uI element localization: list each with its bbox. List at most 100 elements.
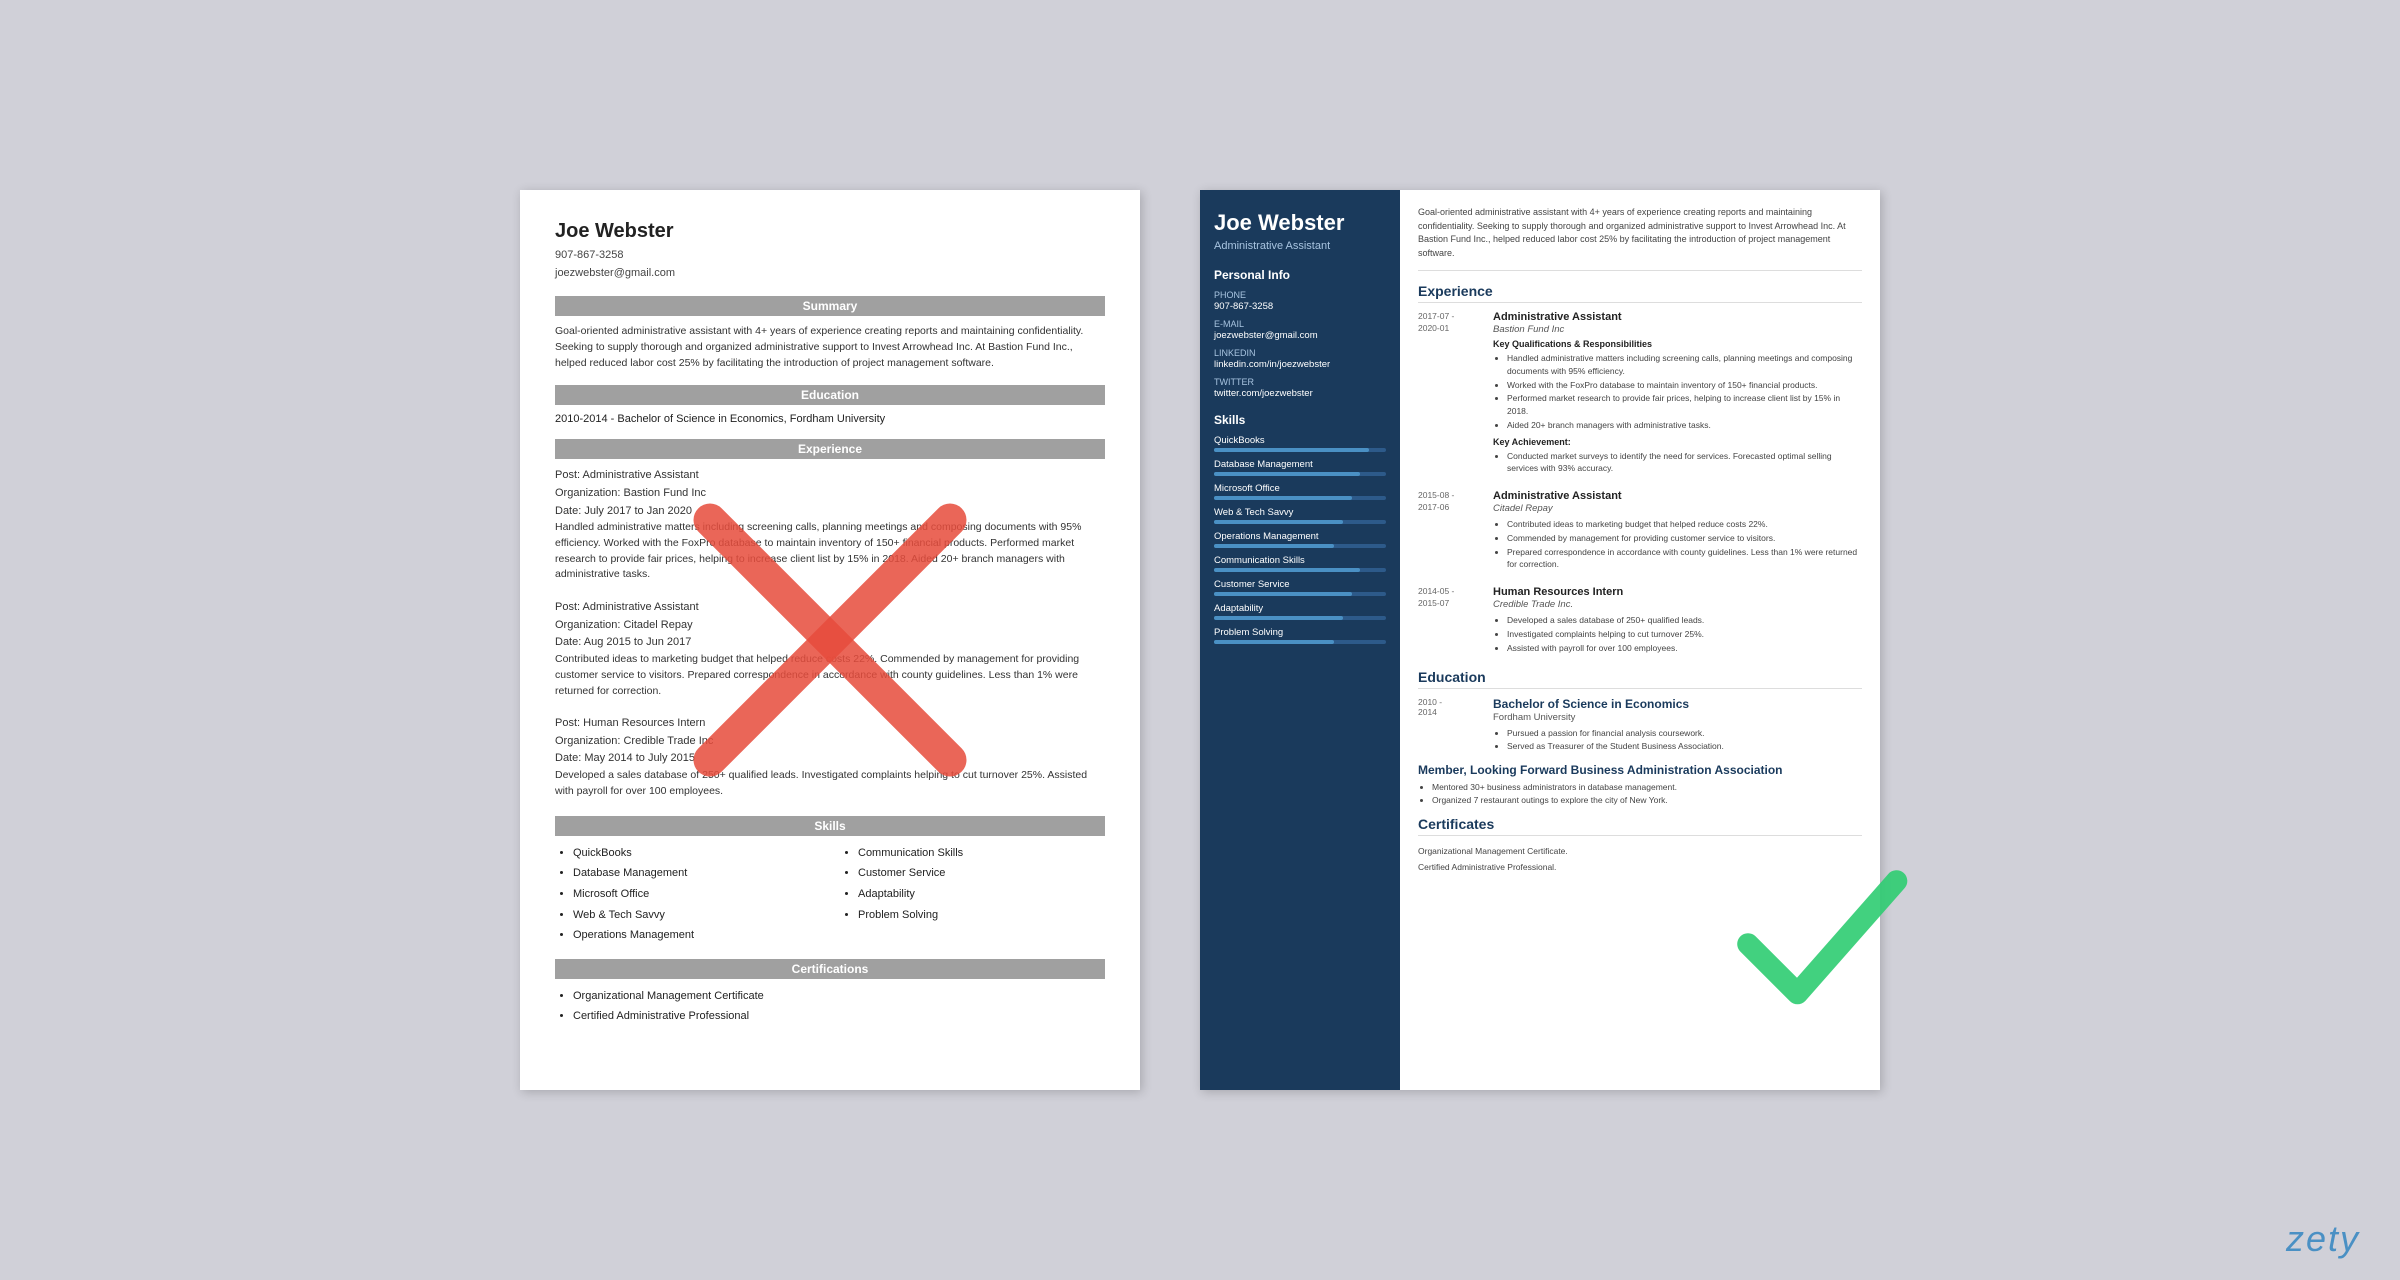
skill-adaptability: Adaptability [1214,603,1386,620]
skill-problem-solving: Problem Solving [1214,627,1386,644]
good-summary: Goal-oriented administrative assistant w… [1418,206,1862,271]
bad-name: Joe Webster [555,220,1105,243]
good-edu1-degree: Bachelor of Science in Economics [1493,697,1862,711]
good-twitter-label: Twitter [1214,377,1386,387]
bad-skill-1: QuickBooks [573,844,820,863]
bad-phone: 907-867-3258 [555,247,1105,265]
bad-skill-9: Problem Solving [858,906,1105,925]
good-personal-info-title: Personal Info [1214,268,1386,282]
good-skills-title: Skills [1214,413,1386,427]
bad-summary-header: Summary [555,296,1105,316]
bad-skill-6: Communication Skills [858,844,1105,863]
good-exp1-dates: 2017-07 - 2020-01 [1418,311,1483,476]
good-exp2-company: Citadel Repay [1493,503,1862,514]
good-certs-title: Certificates [1418,816,1862,836]
bad-exp-2: Post: Administrative Assistant Organizat… [555,599,1105,699]
good-exp1-bullets: Handled administrative matters including… [1493,352,1862,432]
good-exp1-content: Administrative Assistant Bastion Fund In… [1493,311,1862,476]
bad-exp-3: Post: Human Resources Intern Organizatio… [555,715,1105,799]
good-member-bullets: Mentored 30+ business administrators in … [1418,781,1862,807]
good-resume: Joe Webster Administrative Assistant Per… [1200,190,1880,1090]
good-edu1-dates: 2010 - 2014 [1418,697,1483,753]
skill-quickbooks: QuickBooks [1214,435,1386,452]
bad-summary-text: Goal-oriented administrative assistant w… [555,324,1105,371]
good-exp1-achievement-title: Key Achievement: [1493,437,1862,447]
good-exp-1: 2017-07 - 2020-01 Administrative Assista… [1418,311,1862,476]
bad-skill-2: Database Management [573,864,820,883]
good-exp3-bullets: Developed a sales database of 250+ quali… [1493,614,1862,654]
good-exp3-job: Human Resources Intern [1493,586,1862,598]
good-sidebar: Joe Webster Administrative Assistant Per… [1200,190,1400,1090]
good-name: Joe Webster [1214,210,1386,236]
good-exp1-achievement-bullets: Conducted market surveys to identify the… [1493,450,1862,476]
bad-cert-1: Organizational Management Certificate [573,987,1105,1007]
good-exp3-content: Human Resources Intern Credible Trade In… [1493,586,1862,655]
good-exp-2: 2015-08 - 2017-06 Administrative Assista… [1418,490,1862,572]
bad-education-text: 2010-2014 - Bachelor of Science in Econo… [555,413,1105,425]
good-exp2-job: Administrative Assistant [1493,490,1862,502]
bad-cert-2: Certified Administrative Professional [573,1007,1105,1027]
good-phone-value: 907-867-3258 [1214,301,1386,312]
good-exp1-company: Bastion Fund Inc [1493,324,1862,335]
good-phone-label: Phone [1214,290,1386,300]
bad-education-header: Education [555,385,1105,405]
good-linkedin-label: LinkedIn [1214,348,1386,358]
good-exp2-content: Administrative Assistant Citadel Repay C… [1493,490,1862,572]
zety-logo: zety [2286,1218,2360,1260]
good-cert-2: Certified Administrative Professional. [1418,860,1862,875]
good-twitter-value: twitter.com/joezwebster [1214,388,1386,399]
bad-exp1-date: Date: July 2017 to Jan 2020 [555,503,1105,521]
skill-operations: Operations Management [1214,531,1386,548]
good-job-title: Administrative Assistant [1214,240,1386,252]
bad-email: joezwebster@gmail.com [555,265,1105,283]
bad-exp2-post: Post: Administrative Assistant [555,599,1105,617]
bad-exp-1: Post: Administrative Assistant Organizat… [555,467,1105,583]
bad-exp3-date: Date: May 2014 to July 2015 [555,750,1105,768]
bad-exp1-desc: Handled administrative matters including… [555,520,1105,583]
good-education-title: Education [1418,669,1862,689]
skill-msoffice: Microsoft Office [1214,483,1386,500]
good-edu1-content: Bachelor of Science in Economics Fordham… [1493,697,1862,753]
skill-customer-service: Customer Service [1214,579,1386,596]
bad-skill-5: Operations Management [573,926,820,945]
skill-web-tech: Web & Tech Savvy [1214,507,1386,524]
bad-certs-list: Organizational Management Certificate Ce… [555,987,1105,1027]
good-edu-1: 2010 - 2014 Bachelor of Science in Econo… [1418,697,1862,753]
good-exp2-bullets: Contributed ideas to marketing budget th… [1493,518,1862,571]
good-edu1-bullets: Pursued a passion for financial analysis… [1493,727,1862,753]
good-member-title: Member, Looking Forward Business Adminis… [1418,763,1862,777]
good-experience-title: Experience [1418,283,1862,303]
bad-skill-8: Adaptability [858,885,1105,904]
bad-skills-list: QuickBooks Communication Skills Database… [555,844,1105,945]
page-container: Joe Webster 907-867-3258 joezwebster@gma… [480,150,1920,1130]
bad-experience-header: Experience [555,439,1105,459]
bad-skills-header: Skills [555,816,1105,836]
bad-exp2-org: Organization: Citadel Repay [555,617,1105,635]
good-exp-3: 2014-05 - 2015-07 Human Resources Intern… [1418,586,1862,655]
bad-skill-7: Customer Service [858,864,1105,883]
good-edu1-school: Fordham University [1493,712,1862,723]
bad-exp2-date: Date: Aug 2015 to Jun 2017 [555,634,1105,652]
bad-certs-header: Certifications [555,959,1105,979]
good-exp1-subtitle: Key Qualifications & Responsibilities [1493,339,1862,349]
bad-resume: Joe Webster 907-867-3258 joezwebster@gma… [520,190,1140,1090]
bad-skill-4: Web & Tech Savvy [573,906,820,925]
bad-exp1-org: Organization: Bastion Fund Inc [555,485,1105,503]
good-main-content: Goal-oriented administrative assistant w… [1400,190,1880,1090]
good-exp1-job: Administrative Assistant [1493,311,1862,323]
good-exp2-dates: 2015-08 - 2017-06 [1418,490,1483,572]
bad-exp2-desc: Contributed ideas to marketing budget th… [555,652,1105,699]
skill-communication: Communication Skills [1214,555,1386,572]
good-email-value: joezwebster@gmail.com [1214,330,1386,341]
bad-exp3-org: Organization: Credible Trade Inc [555,733,1105,751]
good-linkedin-value: linkedin.com/in/joezwebster [1214,359,1386,370]
bad-skill-3: Microsoft Office [573,885,820,904]
good-email-label: E-mail [1214,319,1386,329]
bad-exp3-desc: Developed a sales database of 250+ quali… [555,768,1105,800]
bad-exp1-post: Post: Administrative Assistant [555,467,1105,485]
skill-database: Database Management [1214,459,1386,476]
good-cert-1: Organizational Management Certificate. [1418,844,1862,859]
bad-exp3-post: Post: Human Resources Intern [555,715,1105,733]
good-exp3-dates: 2014-05 - 2015-07 [1418,586,1483,655]
good-exp3-company: Credible Trade Inc. [1493,599,1862,610]
